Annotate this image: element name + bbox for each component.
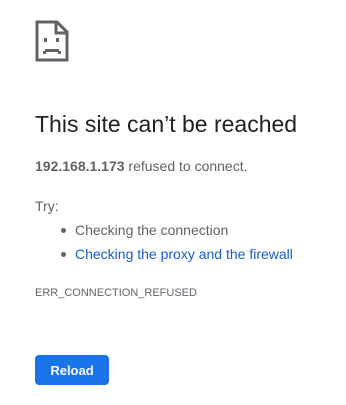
bullet-icon <box>61 228 66 233</box>
suggestions-list: Checking the connection Checking the pro… <box>35 220 293 268</box>
proxy-firewall-link[interactable]: Checking the proxy and the firewall <box>75 246 293 262</box>
bullet-icon <box>61 252 66 257</box>
suggestion-check-connection: Checking the connection <box>35 220 293 244</box>
sad-page-icon <box>35 20 69 62</box>
error-description: 192.168.1.173 refused to connect. <box>35 158 248 174</box>
suggestion-check-proxy-firewall[interactable]: Checking the proxy and the firewall <box>35 244 293 268</box>
reload-button[interactable]: Reload <box>35 355 109 385</box>
error-message: refused to connect. <box>124 158 248 174</box>
error-code: ERR_CONNECTION_REFUSED <box>35 287 197 299</box>
try-label: Try: <box>35 198 59 214</box>
suggestion-label: Checking the connection <box>75 222 229 238</box>
page-title: This site can’t be reached <box>35 111 298 137</box>
host-address: 192.168.1.173 <box>35 158 125 174</box>
